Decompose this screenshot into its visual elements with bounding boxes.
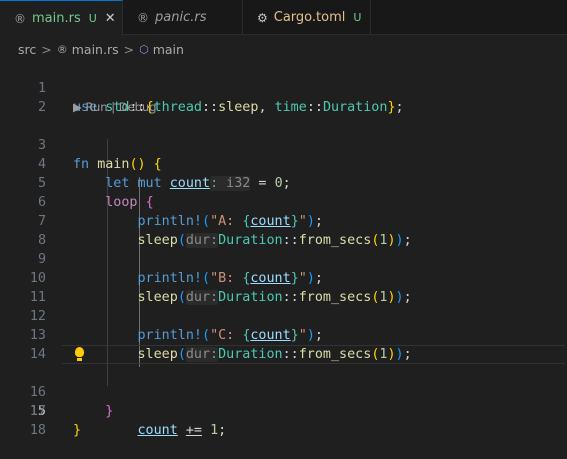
code-line: 3 fn main() {	[0, 117, 567, 172]
code-line: 5 loop {	[0, 155, 567, 210]
line-number: 18	[29, 423, 46, 438]
tab-label: Cargo.toml	[273, 10, 346, 25]
rust-icon: ®	[14, 11, 26, 26]
tab-label: panic.rs	[155, 10, 207, 25]
code-line: 12 println!("C: {count}");	[0, 288, 567, 343]
current-line-highlight	[62, 345, 565, 364]
tab-label: main.rs	[32, 11, 81, 26]
code-line-current: 15 count += 1;	[0, 345, 567, 438]
rust-icon: ®	[56, 42, 68, 56]
chevron-right-icon: >	[41, 41, 52, 57]
tab-cargo-toml[interactable]: ⚙ Cargo.toml U	[243, 0, 371, 35]
code-line: 4 let mut count: i32 = 0;	[0, 136, 567, 191]
rust-icon: ®	[137, 10, 149, 25]
code-line: 14	[0, 326, 567, 362]
breadcrumb: src > ® main.rs > ⬡ main	[0, 38, 567, 60]
code-line: 11	[0, 269, 567, 305]
code-line: 6 println!("A: {count}");	[0, 174, 567, 229]
untracked-badge: U	[353, 11, 362, 24]
tab-main-rs[interactable]: ® main.rs U ✕	[0, 0, 123, 36]
chevron-right-icon: >	[123, 41, 135, 57]
tab-panic-rs[interactable]: ® panic.rs	[123, 0, 243, 35]
code-line: 1 use std::{thread::sleep, time::Duratio…	[0, 60, 567, 115]
breadcrumb-symbol[interactable]: main	[153, 42, 184, 57]
code-editor[interactable]: 1 use std::{thread::sleep, time::Duratio…	[0, 60, 567, 438]
breadcrumb-folder[interactable]: src	[18, 42, 36, 57]
gear-icon: ⚙	[257, 10, 268, 25]
codelens-run-debug[interactable]: ▶ Run | Debug	[73, 100, 157, 114]
code-line: 9 println!("B: {count}");	[0, 231, 567, 286]
code-line: 7 sleep(dur:Duration::from_secs(1));	[0, 193, 567, 248]
tab-bar: ® main.rs U ✕ ® panic.rs ⚙ Cargo.toml U	[0, 0, 567, 36]
code-line: 17 }	[0, 383, 567, 438]
code-line: 13 sleep(dur:Duration::from_secs(1));	[0, 307, 567, 362]
symbol-function-icon: ⬡	[139, 42, 149, 56]
untracked-badge: U	[88, 12, 97, 25]
code-line: 16 }	[0, 364, 567, 419]
code-line: 2	[0, 79, 567, 115]
line-number: 2	[37, 100, 46, 115]
close-icon[interactable]: ✕	[105, 11, 116, 26]
code-line: 10 sleep(dur:Duration::from_secs(1));	[0, 250, 567, 305]
code-line: 8	[0, 212, 567, 248]
lightbulb-icon[interactable]	[75, 347, 84, 361]
breadcrumb-file[interactable]: main.rs	[72, 42, 119, 57]
code-line: 18	[0, 402, 567, 438]
